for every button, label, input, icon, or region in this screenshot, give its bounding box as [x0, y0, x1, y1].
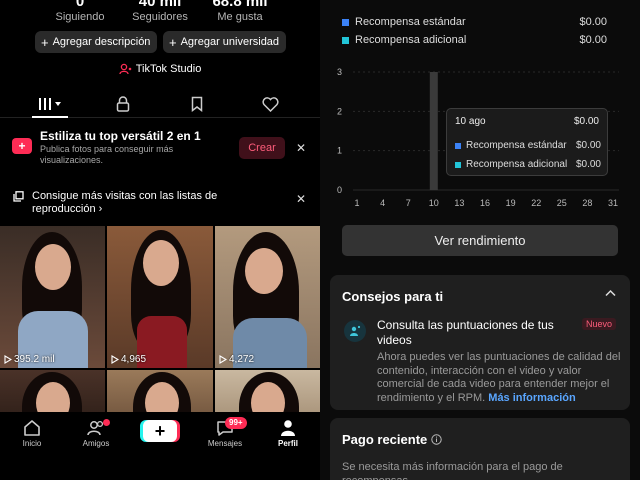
play-icon	[219, 355, 227, 364]
play-icon	[111, 355, 119, 364]
legend-standard-reward: Recompensa estándar $0.00	[342, 16, 607, 28]
nav-friends[interactable]: Amigos	[69, 417, 123, 448]
x-tick-label: 7	[406, 198, 411, 208]
x-tick-label: 13	[454, 198, 464, 208]
tooltip-swatch	[455, 161, 461, 168]
lock-icon	[116, 96, 130, 112]
stat-following[interactable]: 0 Siguiendo	[35, 0, 125, 24]
view-count: 4,965	[111, 354, 146, 365]
promo-banner: + Estiliza tu top versátil 2 en 1 Public…	[0, 125, 320, 169]
nav-profile[interactable]: Perfil	[261, 417, 315, 448]
tips-item-title[interactable]: Consulta las puntuaciones de tus videos	[377, 318, 577, 348]
add-description-button[interactable]: + Agregar descripción	[35, 31, 158, 53]
y-tick-label: 3	[337, 67, 342, 77]
view-performance-button[interactable]: Ver rendimiento	[342, 225, 618, 256]
home-icon	[24, 420, 40, 436]
stat-likes[interactable]: 68.8 mil Me gusta	[195, 0, 285, 24]
info-icon[interactable]	[431, 434, 442, 445]
x-tick-label: 31	[608, 198, 618, 208]
tab-videos[interactable]	[30, 92, 70, 118]
x-tick-label: 16	[480, 198, 490, 208]
playlist-icon	[13, 191, 24, 202]
create-button[interactable]: Crear	[239, 137, 285, 159]
inbox-badge: 99+	[225, 417, 247, 429]
recent-payment-title: Pago reciente	[342, 432, 442, 447]
tooltip-swatch	[455, 142, 461, 149]
tips-card: Consejos para ti Consulta las puntuacion…	[330, 275, 630, 410]
tooltip-row-additional: Recompensa adicional $0.00	[455, 159, 601, 170]
create-video-button[interactable]: +	[143, 420, 177, 442]
playlist-banner[interactable]: Consigue más visitas con las listas de r…	[0, 181, 320, 217]
selected-day-highlight	[429, 72, 438, 190]
x-tick-label: 25	[557, 198, 567, 208]
video-thumbnail[interactable]: 395.2 mil	[0, 226, 105, 368]
x-tick-label: 10	[429, 198, 439, 208]
profile-tabs	[0, 90, 320, 118]
y-tick-label: 2	[337, 106, 342, 116]
nav-home[interactable]: Inicio	[5, 417, 59, 448]
legend-swatch	[342, 18, 349, 26]
nav-inbox[interactable]: Mensajes 99+	[198, 417, 252, 448]
photo-plus-icon: +	[12, 138, 32, 154]
recent-payment-card: Pago reciente Se necesita más informació…	[330, 418, 630, 480]
y-tick-label: 0	[337, 185, 342, 195]
more-info-link[interactable]: Más información	[488, 392, 575, 404]
view-count: 395.2 mil	[4, 354, 55, 365]
bottom-nav: Inicio Amigos + Mensajes 99+ Perfil	[0, 412, 320, 480]
chart-tooltip: 10 ago $0.00 Recompensa estándar $0.00 R…	[446, 108, 608, 176]
tiktok-studio-link[interactable]: TikTok Studio	[0, 63, 320, 75]
plus-icon: +	[41, 34, 49, 50]
stat-followers[interactable]: 40 mil Seguidores	[115, 0, 205, 24]
rewards-panel: Recompensa estándar $0.00 Recompensa adi…	[320, 0, 640, 480]
x-tick-label: 4	[380, 198, 385, 208]
studio-icon	[119, 63, 132, 75]
chevron-up-icon[interactable]	[605, 289, 616, 297]
legend-additional-reward: Recompensa adicional $0.00	[342, 34, 607, 46]
x-tick-label: 22	[531, 198, 541, 208]
profile-icon	[281, 420, 295, 436]
tips-title: Consejos para ti	[342, 289, 444, 304]
legend-swatch	[342, 36, 349, 44]
heart-icon	[261, 96, 279, 112]
videos-grid-icon	[39, 98, 61, 110]
video-thumbnail[interactable]: 4,272	[215, 226, 320, 368]
tab-saved[interactable]	[177, 92, 217, 116]
tips-item-body: Ahora puedes ver las puntuaciones de cal…	[377, 351, 621, 404]
plus-icon: +	[154, 420, 166, 441]
recent-payment-body: Se necesita más información para el pago…	[342, 461, 563, 480]
playlist-banner-text: Consigue más visitas con las listas de r…	[32, 190, 218, 215]
play-icon	[4, 355, 12, 364]
close-icon[interactable]: ✕	[296, 192, 306, 206]
video-grid: 395.2 mil 4,965 4,272	[0, 226, 320, 430]
user-star-icon	[344, 320, 366, 342]
x-tick-label: 1	[354, 198, 359, 208]
x-tick-label: 19	[506, 198, 516, 208]
friends-dot-badge	[103, 419, 110, 426]
plus-icon: +	[169, 34, 177, 50]
close-icon[interactable]: ✕	[296, 141, 306, 155]
y-tick-label: 1	[337, 146, 342, 156]
x-tick-label: 28	[582, 198, 592, 208]
add-university-button[interactable]: + Agregar universidad	[163, 31, 287, 53]
video-thumbnail[interactable]: 4,965	[107, 226, 213, 368]
tab-private[interactable]	[103, 92, 143, 116]
bookmark-icon	[191, 96, 203, 112]
tab-liked[interactable]	[250, 92, 290, 116]
profile-panel: 0 Siguiendo 40 mil Seguidores 68.8 mil M…	[0, 0, 320, 480]
view-count: 4,272	[219, 354, 254, 365]
chevron-right-icon: ›	[98, 203, 103, 215]
new-badge: Nuevo	[582, 318, 617, 330]
profile-stats: 0 Siguiendo 40 mil Seguidores 68.8 mil M…	[0, 0, 320, 26]
tooltip-row-standard: Recompensa estándar $0.00	[455, 140, 601, 151]
